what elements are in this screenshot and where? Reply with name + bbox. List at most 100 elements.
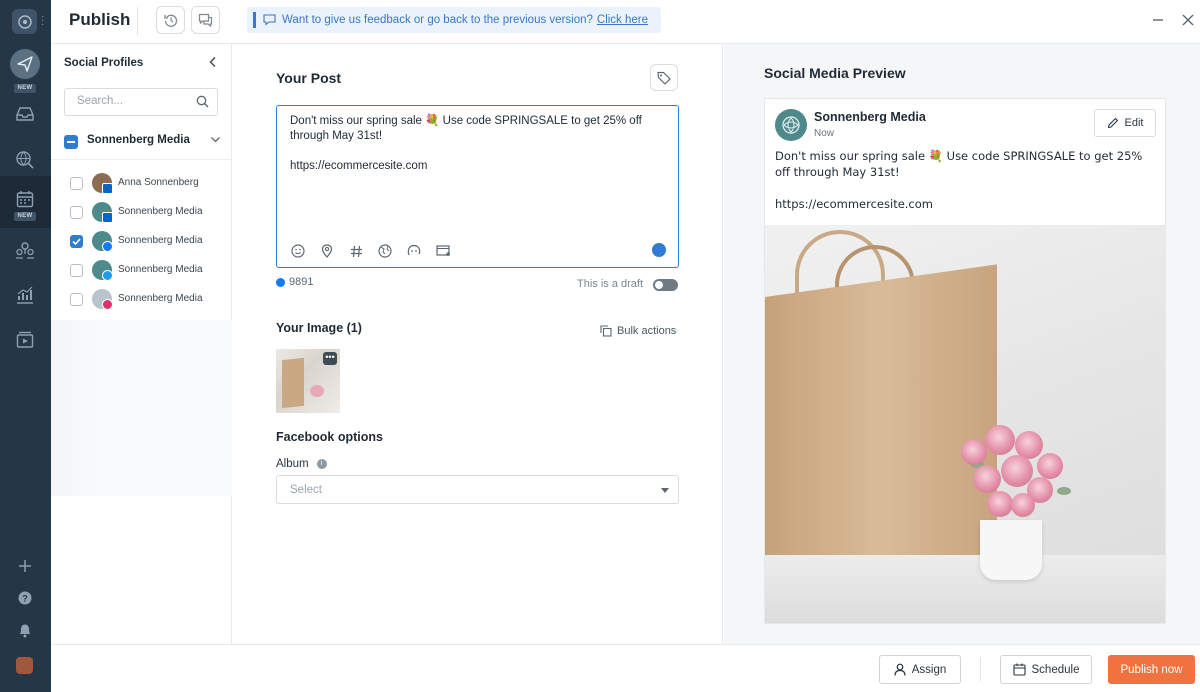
flower-vase	[980, 520, 1042, 580]
profile-checkbox[interactable]	[70, 177, 83, 190]
thumbnail-bag	[282, 357, 304, 409]
app-rail: · · · NEW NEW ?	[0, 0, 51, 692]
help-icon[interactable]: ?	[12, 585, 38, 611]
divider	[980, 657, 981, 681]
post-editor: Your Post Don't miss our spring sale 💐 U…	[232, 44, 723, 644]
profile-name: Sonnenberg Media	[118, 293, 203, 304]
action-bar: Assign Schedule Publish now	[51, 644, 1200, 692]
user-avatar[interactable]	[16, 657, 33, 674]
profile-checkbox[interactable]	[70, 264, 83, 277]
profiles-title: Social Profiles	[64, 57, 144, 69]
album-select[interactable]: Select	[276, 475, 679, 504]
hashtag-icon[interactable]	[348, 243, 364, 259]
rose	[973, 465, 1001, 493]
schedule-label: Schedule	[1031, 663, 1080, 676]
facebook-icon	[276, 277, 285, 287]
edit-preview-button[interactable]: Edit	[1094, 109, 1156, 137]
page-title: Publish	[69, 10, 131, 29]
pencil-icon	[1107, 117, 1118, 129]
profile-checkbox[interactable]	[70, 293, 83, 306]
copy-icon	[600, 325, 612, 337]
history-icon	[163, 14, 177, 27]
leaf	[1057, 487, 1071, 495]
your-post-heading: Your Post	[276, 70, 342, 86]
media-upload-icon[interactable]	[435, 243, 451, 259]
search-icon	[196, 95, 209, 111]
rose	[987, 491, 1013, 517]
collapse-panel-icon[interactable]	[207, 56, 219, 71]
linkedin-icon	[102, 212, 113, 223]
post-composer[interactable]: Don't miss our spring sale 💐 Use code SP…	[276, 105, 679, 268]
image-thumbnail[interactable]: •••	[276, 349, 340, 413]
profile-row[interactable]: Sonnenberg Media	[51, 200, 232, 229]
brand-logo-icon	[782, 116, 800, 134]
composer-toolbar	[290, 243, 451, 259]
tag-button[interactable]	[650, 64, 678, 91]
calendar-nav-icon[interactable]	[12, 186, 38, 212]
ai-assistant-icon[interactable]	[652, 243, 666, 257]
profile-group[interactable]: Sonnenberg Media	[51, 128, 232, 160]
profile-checkbox[interactable]	[70, 206, 83, 219]
notifications-bell-icon[interactable]	[12, 617, 38, 643]
globe-icon[interactable]	[377, 243, 393, 259]
rose	[1011, 493, 1035, 517]
caret-down-icon	[661, 488, 669, 493]
comments-icon	[198, 13, 213, 27]
profile-row[interactable]: Sonnenberg Media	[51, 287, 232, 316]
location-icon[interactable]	[319, 243, 335, 259]
profile-row[interactable]: Sonnenberg Media	[51, 258, 232, 287]
chevron-down-icon[interactable]	[210, 134, 221, 148]
analytics-nav-icon[interactable]	[12, 282, 38, 308]
schedule-button[interactable]: Schedule	[1000, 655, 1092, 684]
rose	[961, 439, 987, 465]
preview-card: Sonnenberg Media Now Edit Don't miss our…	[764, 98, 1166, 624]
rose	[985, 425, 1015, 455]
comments-button[interactable]	[191, 6, 220, 34]
bulk-actions-button[interactable]: Bulk actions	[600, 325, 676, 337]
album-label-row: Album i	[276, 458, 327, 470]
banner-accent	[253, 12, 256, 28]
profile-row[interactable]: Anna Sonnenberg	[51, 171, 232, 200]
thumbnail-flowers	[310, 385, 324, 397]
post-time: Now	[814, 128, 835, 139]
close-icon[interactable]	[1180, 12, 1196, 28]
group-checkbox[interactable]	[64, 135, 78, 149]
draft-toggle[interactable]	[653, 279, 678, 291]
preview-image	[765, 225, 1165, 623]
feedback-text: Want to give us feedback or go back to t…	[282, 14, 593, 26]
publish-now-button[interactable]: Publish now	[1108, 655, 1195, 684]
marble-table	[765, 555, 1165, 623]
profile-row[interactable]: Sonnenberg Media	[51, 229, 232, 258]
feedback-link[interactable]: Click here	[597, 14, 648, 26]
linkedin-icon	[102, 183, 113, 194]
assign-button[interactable]: Assign	[879, 655, 961, 684]
history-button[interactable]	[156, 6, 185, 34]
minimize-icon[interactable]	[1150, 12, 1166, 28]
rail-menu-dots-icon[interactable]: · · ·	[41, 12, 44, 30]
profile-search-input[interactable]	[77, 95, 187, 107]
app-logo-icon[interactable]	[12, 9, 37, 34]
profile-checkbox-checked[interactable]	[70, 235, 83, 248]
inbox-nav-icon[interactable]	[12, 101, 38, 127]
users-nav-icon[interactable]	[12, 237, 38, 263]
profile-name: Sonnenberg Media	[118, 235, 203, 246]
svg-text:?: ?	[22, 594, 28, 604]
draft-label: This is a draft	[577, 278, 644, 290]
album-select-value: Select	[290, 484, 322, 496]
info-icon[interactable]: i	[316, 459, 327, 469]
feedback-banner: Want to give us feedback or go back to t…	[247, 7, 661, 33]
listening-nav-icon[interactable]	[12, 147, 38, 173]
chat-bubble-icon	[263, 14, 276, 26]
emoji-icon[interactable]	[290, 243, 306, 259]
instagram-icon	[102, 299, 113, 310]
preview-post-text: Don't miss our spring sale 💐 Use code SP…	[775, 149, 1143, 211]
media-library-nav-icon[interactable]	[12, 327, 38, 353]
char-count-value: 9891	[289, 276, 314, 288]
profile-name: Sonnenberg Media	[118, 206, 203, 217]
sticker-icon[interactable]	[406, 243, 422, 259]
more-options-icon[interactable]: •••	[323, 352, 337, 365]
publish-nav-icon[interactable]	[10, 49, 40, 79]
post-text-input[interactable]: Don't miss our spring sale 💐 Use code SP…	[290, 114, 668, 174]
add-icon[interactable]	[12, 553, 38, 579]
profile-search[interactable]	[64, 88, 218, 116]
